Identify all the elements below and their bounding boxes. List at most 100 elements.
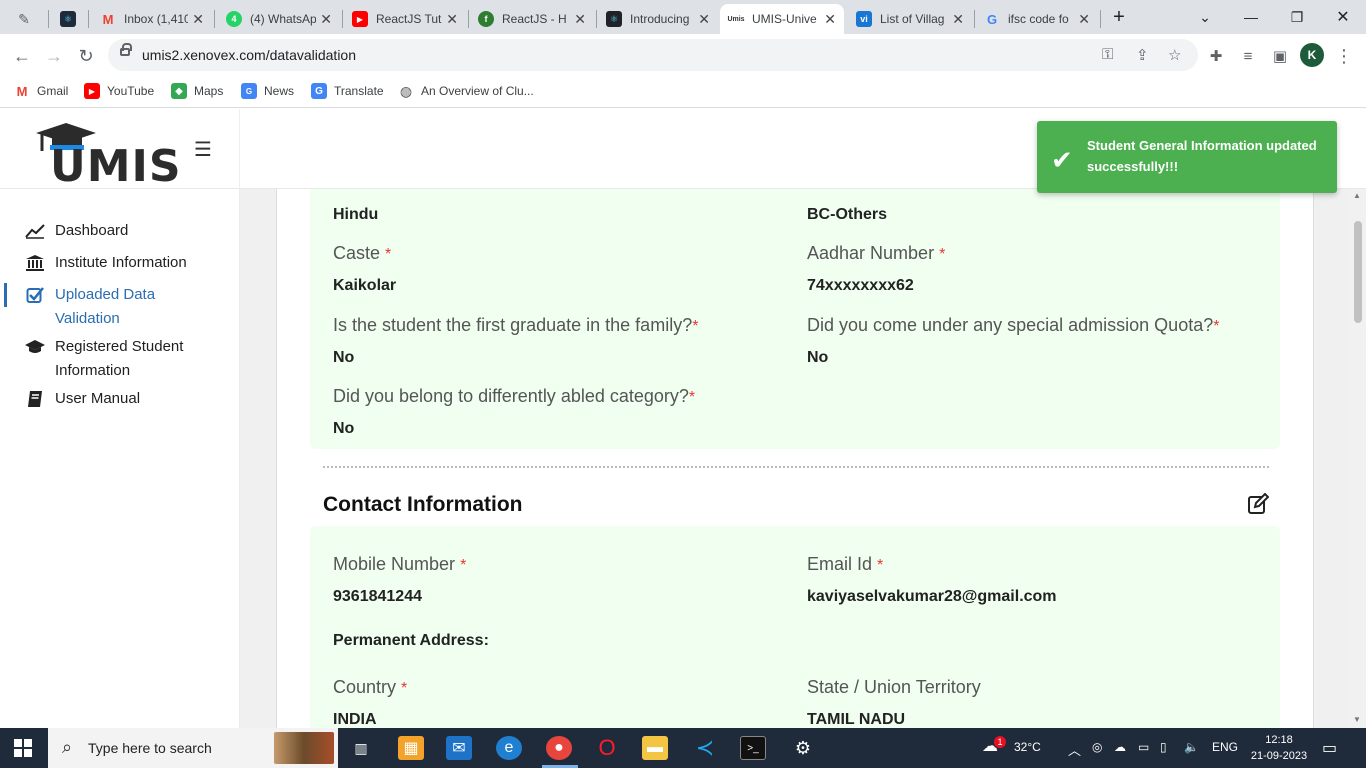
tab-react[interactable]: ⚛ (52, 4, 86, 34)
scroll-down-icon[interactable]: ▼ (1353, 715, 1361, 724)
close-icon[interactable]: ✕ (446, 11, 458, 28)
address-bar[interactable]: umis2.xenovex.com/datavalidation ⚿ ⇪ ☆ (108, 39, 1198, 71)
close-window-icon[interactable]: ✕ (1320, 0, 1366, 34)
store-icon[interactable]: ▦ (398, 736, 424, 760)
sidebar-item-institute[interactable]: Institute Information (0, 251, 240, 275)
translate-icon: G (311, 83, 327, 99)
bookmark-maps[interactable]: ◆ Maps (171, 83, 223, 99)
network-icon[interactable]: ▭ (1138, 740, 1149, 754)
umis-favicon-icon: Umis (727, 15, 745, 23)
react-favicon-icon: ⚛ (60, 11, 76, 27)
tab-notes[interactable]: ✎ (8, 4, 46, 34)
settings-gear-icon[interactable]: ⚙ (790, 736, 816, 760)
hamburger-menu-icon[interactable]: ☰ (194, 137, 212, 162)
tab-youtube[interactable]: ▶ ReactJS Tut ✕ (344, 4, 466, 34)
onedrive-icon[interactable]: ☁ (1114, 740, 1126, 754)
umis-logo[interactable]: UMIS (34, 117, 181, 192)
windows-start-icon[interactable] (14, 739, 32, 757)
sidebar-item-label: Institute Information (55, 254, 187, 271)
opera-icon[interactable]: O (594, 735, 620, 760)
reload-icon[interactable]: ↻ (72, 42, 100, 70)
taskbar-clock[interactable]: 12:18 21-09-2023 (1244, 732, 1314, 764)
menu-icon[interactable]: ⋮ (1330, 42, 1358, 70)
bookmark-gmail[interactable]: M Gmail (14, 83, 69, 99)
success-toast[interactable]: ✔ Student General Information updated su… (1037, 121, 1337, 193)
sidebar-item-user-manual[interactable]: User Manual (0, 387, 240, 411)
tab-label: Inbox (1,410 (124, 12, 189, 26)
close-icon[interactable]: ✕ (320, 11, 332, 28)
tab-google[interactable]: G ifsc code fo ✕ (976, 4, 1098, 34)
share-icon[interactable]: ⇪ (1136, 46, 1149, 64)
tab-whatsapp[interactable]: 4 (4) WhatsAp ✕ (218, 4, 340, 34)
logo-text: UMIS (50, 141, 182, 192)
tab-villages[interactable]: vi List of Villag ✕ (848, 4, 972, 34)
book-icon (24, 387, 46, 411)
media-icon[interactable]: ≡ (1234, 42, 1262, 70)
bookmark-youtube[interactable]: ▶ YouTube (84, 83, 154, 99)
file-explorer-icon[interactable]: ▬ (642, 736, 668, 760)
vscode-icon[interactable]: ≺ (692, 735, 718, 760)
search-icon: ⌕ (62, 737, 73, 757)
tab-umis[interactable]: Umis UMIS-Unive ✕ (720, 4, 844, 34)
edit-icon[interactable] (1247, 493, 1269, 515)
bookmark-news[interactable]: G News (241, 83, 294, 99)
institution-icon (24, 251, 46, 275)
differently-abled-label-text: Did you belong to differently abled cate… (333, 386, 689, 406)
tab-gmail[interactable]: M Inbox (1,410 ✕ (92, 4, 212, 34)
sidebar-item-uploaded-data-validation[interactable]: Uploaded Data Validation (0, 283, 240, 331)
aadhar-label-text: Aadhar Number (807, 243, 935, 263)
taskbar-search[interactable]: ⌕ Type here to search (48, 728, 338, 768)
volume-icon[interactable]: 🔈 (1184, 740, 1199, 754)
language-indicator[interactable]: ENG (1212, 740, 1238, 754)
weather-temp[interactable]: 32°C (1014, 740, 1041, 754)
email-label-text: Email Id (807, 554, 873, 574)
scroll-up-icon[interactable]: ▲ (1353, 191, 1361, 200)
new-tab-button[interactable]: + (1096, 0, 1142, 34)
forward-icon[interactable]: → (40, 42, 68, 70)
back-icon[interactable]: ← (8, 42, 36, 70)
student-detail-panel: Hindu BC-Others Caste * Kaikolar Aadhar … (276, 189, 1314, 728)
star-icon[interactable]: ☆ (1168, 46, 1181, 64)
chrome-icon[interactable]: ● (546, 736, 572, 760)
page-scrollbar[interactable]: ▲ ▼ (1350, 189, 1366, 728)
main-content: Hindu BC-Others Caste * Kaikolar Aadhar … (240, 189, 1350, 728)
browser-tabstrip: ✎ ⚛ M Inbox (1,410 ✕ 4 (4) WhatsAp ✕ ▶ R… (0, 0, 1366, 34)
bookmark-translate[interactable]: G Translate (311, 83, 384, 99)
google-favicon-icon: G (986, 11, 998, 27)
bookmark-overview[interactable]: ◍ An Overview of Clu... (398, 83, 534, 99)
mail-icon[interactable]: ✉ (446, 736, 472, 760)
close-icon[interactable]: ✕ (574, 11, 586, 28)
sidebar-item-registered-student[interactable]: Registered Student Information (0, 335, 240, 383)
notification-icon[interactable]: ▭ (1322, 738, 1337, 758)
terminal-icon[interactable]: >_ (740, 736, 766, 760)
contact-info-card: Mobile Number * 9361841244 Email Id * ka… (310, 526, 1280, 728)
close-icon[interactable]: ✕ (192, 11, 204, 28)
tab-introducing[interactable]: ⚛ Introducing ✕ (598, 4, 718, 34)
restore-icon[interactable]: ❐ (1274, 0, 1320, 34)
tab-search-icon[interactable]: ⌄ (1182, 0, 1228, 34)
sidebar-item-dashboard[interactable]: Dashboard (0, 219, 240, 243)
new-tab-label: + (1113, 5, 1125, 28)
edge-icon[interactable]: e (496, 736, 522, 760)
community-value: BC-Others (807, 206, 888, 223)
close-icon[interactable]: ✕ (698, 11, 710, 28)
close-icon[interactable]: ✕ (1078, 11, 1090, 28)
meet-icon[interactable]: ◎ (1092, 740, 1102, 754)
sidepanel-icon[interactable]: ▣ (1266, 42, 1294, 70)
tab-reactjs[interactable]: f ReactJS - H ✕ (470, 4, 594, 34)
scroll-thumb[interactable] (1354, 221, 1362, 323)
youtube-icon: ▶ (84, 83, 100, 99)
battery-icon[interactable]: ▯ (1160, 740, 1167, 754)
key-icon[interactable]: ⚿ (1102, 46, 1113, 63)
required-marker: * (688, 389, 696, 406)
chevron-up-icon[interactable]: ︿ (1068, 740, 1081, 759)
bookmark-label: Gmail (37, 84, 69, 98)
close-icon[interactable]: ✕ (824, 11, 836, 28)
minimize-icon[interactable]: — (1228, 0, 1274, 34)
sidebar-item-label: Registered Student Information (55, 338, 184, 379)
tab-label: ReactJS - H (502, 12, 567, 26)
profile-avatar[interactable]: K (1300, 43, 1324, 67)
extensions-icon[interactable]: ✚ (1202, 42, 1230, 70)
task-view-icon[interactable]: ▥ (348, 736, 374, 760)
close-icon[interactable]: ✕ (952, 11, 964, 28)
